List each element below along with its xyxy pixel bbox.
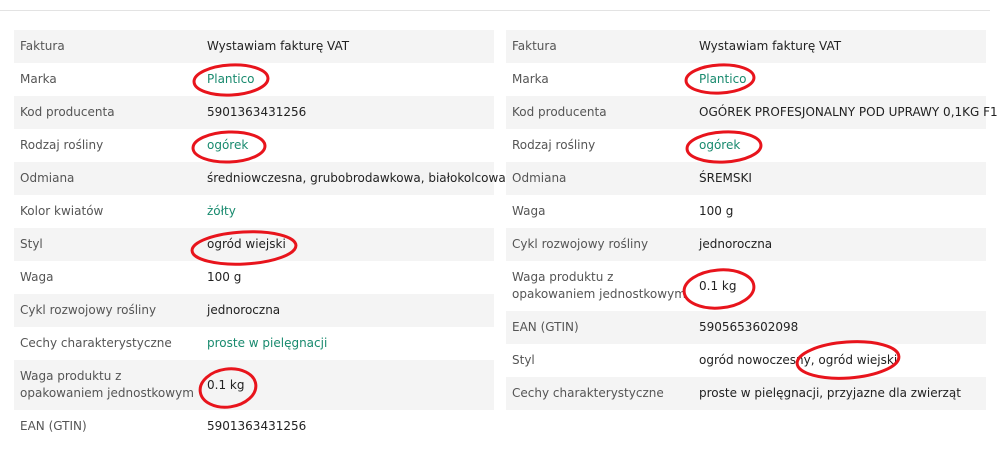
param-label-ean: EAN (GTIN): [512, 320, 579, 334]
param-value-waga-opak: 0.1 kg: [699, 278, 737, 293]
param-label-odmiana: Odmiana: [512, 171, 567, 185]
param-value-kod: 5901363431256: [207, 105, 307, 119]
param-value-cechy: proste w pielęgnacji, przyjazne dla zwie…: [699, 386, 961, 400]
param-label-waga: Waga: [20, 270, 54, 284]
top-divider: [0, 10, 990, 11]
param-label-faktura: Faktura: [512, 39, 557, 53]
param-value-odmiana: średniowczesna, grubobrodawkowa, białoko…: [207, 171, 506, 185]
param-label-cechy: Cechy charakterystyczne: [512, 386, 664, 400]
param-label-cykl: Cykl rozwojowy rośliny: [512, 237, 649, 251]
table-row: Cechy charakterystyczne proste w pielęgn…: [14, 327, 494, 360]
param-value-ean: 5905653602098: [699, 320, 799, 334]
table-row: Waga 100 g: [506, 195, 986, 228]
param-value-kod: OGÓREK PROFESJONALNY POD UPRAWY 0,1KG F1: [699, 105, 998, 119]
param-label-odmiana: Odmiana: [20, 171, 75, 185]
param-label-cechy: Cechy charakterystyczne: [20, 336, 172, 350]
param-value-styl: ogród nowoczesny, ogród wiejski: [699, 353, 898, 367]
table-row: Odmiana ŚREMSKI: [506, 162, 986, 195]
table-row: Kolor kwiatów żółty: [14, 195, 494, 228]
param-label-styl: Styl: [512, 353, 535, 367]
table-row: Cykl rozwojowy rośliny jednoroczna: [14, 294, 494, 327]
param-label-marka: Marka: [20, 72, 57, 86]
param-label-kod: Kod producenta: [512, 105, 607, 119]
table-row: Cechy charakterystyczne proste w pielęgn…: [506, 377, 986, 410]
table-row: Styl ogród wiejski: [14, 228, 494, 261]
table-row: Faktura Wystawiam fakturę VAT: [506, 30, 986, 63]
table-row: Faktura Wystawiam fakturę VAT: [14, 30, 494, 63]
param-value-odmiana: ŚREMSKI: [699, 171, 752, 185]
param-value-ean: 5901363431256: [207, 419, 307, 433]
param-value-faktura: Wystawiam fakturę VAT: [699, 39, 842, 53]
param-label-rodzaj: Rodzaj rośliny: [20, 138, 104, 152]
table-row: Kod producenta OGÓREK PROFESJONALNY POD …: [506, 96, 998, 129]
param-value-waga: 100 g: [207, 270, 242, 284]
brand-link[interactable]: Plantico: [699, 71, 747, 88]
table-row: Waga produktu z opakowaniem jednostkowym…: [506, 261, 986, 311]
param-value-styl: ogród wiejski: [207, 237, 286, 251]
param-label-waga-opak: Waga produktu z opakowaniem jednostkowym: [20, 369, 194, 400]
param-value-waga: 100 g: [699, 204, 734, 218]
table-row: Waga 100 g: [14, 261, 494, 294]
brand-link[interactable]: Plantico: [207, 71, 255, 88]
param-label-rodzaj: Rodzaj rośliny: [512, 138, 596, 152]
param-label-ean: EAN (GTIN): [20, 419, 87, 433]
right-parameters-table: Faktura Wystawiam fakturę VAT Marka Plan…: [506, 30, 998, 410]
param-label-faktura: Faktura: [20, 39, 65, 53]
flower-color-link[interactable]: żółty: [207, 203, 236, 220]
param-value-faktura: Wystawiam fakturę VAT: [207, 39, 350, 53]
param-label-marka: Marka: [512, 72, 549, 86]
param-value-cykl: jednoroczna: [699, 237, 773, 251]
table-row: Marka Plantico: [506, 63, 986, 96]
table-row: Styl ogród nowoczesny, ogród wiejski: [506, 344, 986, 377]
table-row: Marka Plantico: [14, 63, 494, 96]
table-row: Cykl rozwojowy rośliny jednoroczna: [506, 228, 986, 261]
plant-type-link[interactable]: ogórek: [207, 137, 248, 154]
param-value-cykl: jednoroczna: [207, 303, 281, 317]
table-row: Waga produktu z opakowaniem jednostkowym…: [14, 360, 494, 410]
table-row: Rodzaj rośliny ogórek: [14, 129, 494, 162]
param-value-waga-opak: 0.1 kg: [207, 377, 245, 392]
table-row: Odmiana średniowczesna, grubobrodawkowa,…: [14, 162, 506, 195]
param-label-cykl: Cykl rozwojowy rośliny: [20, 303, 157, 317]
param-label-kod: Kod producenta: [20, 105, 115, 119]
table-row: EAN (GTIN) 5901363431256: [14, 410, 494, 443]
param-label-waga-opak: Waga produktu z opakowaniem jednostkowym: [512, 270, 686, 301]
param-label-waga: Waga: [512, 204, 546, 218]
table-row: Kod producenta 5901363431256: [14, 96, 494, 129]
table-row: Rodzaj rośliny ogórek: [506, 129, 986, 162]
plant-type-link[interactable]: ogórek: [699, 137, 740, 154]
param-label-kolor: Kolor kwiatów: [20, 204, 104, 218]
left-parameters-table: Faktura Wystawiam fakturę VAT Marka Plan…: [14, 30, 506, 443]
table-row: EAN (GTIN) 5905653602098: [506, 311, 986, 344]
features-link[interactable]: proste w pielęgnacji: [207, 335, 327, 352]
param-label-styl: Styl: [20, 237, 43, 251]
